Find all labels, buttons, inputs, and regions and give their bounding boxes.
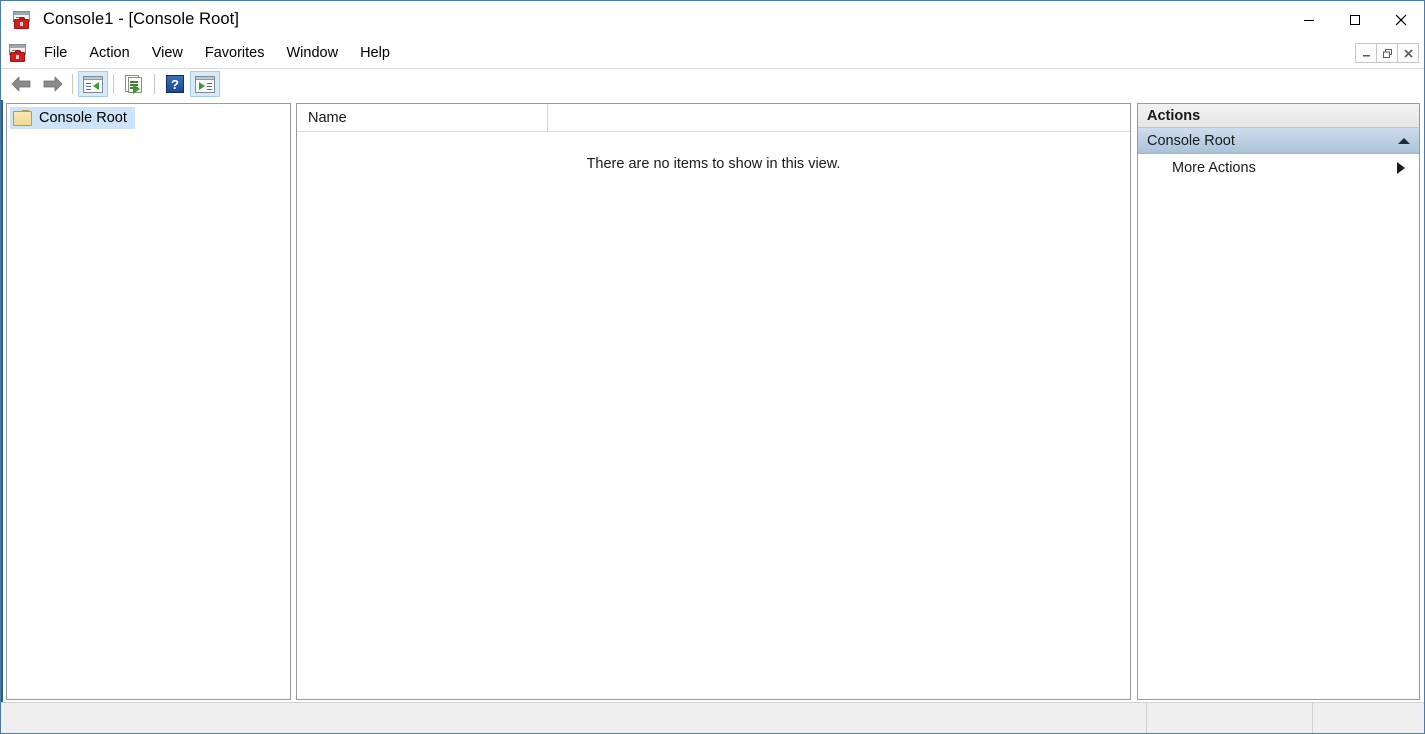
mmc-console-icon [8,43,28,63]
actions-pane: Actions Console Root More Actions [1137,103,1420,700]
status-segment-3 [1313,703,1424,733]
help-button[interactable]: ? [160,71,190,97]
console-tree-pane: Console Root [6,103,291,700]
help-question-icon: ? [166,75,184,93]
toolbar-separator [72,74,73,94]
menu-bar: File Action View Favorites Window Help [1,38,1424,69]
mmc-window: Console1 - [Console Root] [0,0,1425,734]
mdi-left-edge [1,100,5,704]
mdi-restore-button[interactable] [1376,43,1398,63]
status-segment-1 [1,703,1147,733]
column-header-row: Name [297,104,1130,132]
menu-item-window[interactable]: Window [276,40,350,67]
minimize-icon [1303,14,1315,26]
toolbar-separator [113,74,114,94]
toolbar-separator [154,74,155,94]
column-header-blank[interactable] [548,104,559,132]
back-button[interactable] [7,71,37,97]
window-title: Console1 - [Console Root] [43,10,239,29]
maximize-icon [1349,14,1361,26]
actions-pane-header: Actions [1138,104,1419,128]
empty-view-message: There are no items to show in this view. [297,156,1130,172]
minimize-button[interactable] [1286,1,1332,38]
back-arrow-icon [11,75,33,93]
export-list-button[interactable] [119,71,149,97]
column-header-name[interactable]: Name [297,104,548,132]
window-controls [1286,1,1424,38]
mmc-console-icon [12,10,32,30]
chevron-up-icon[interactable] [1398,138,1410,144]
status-segment-2 [1147,703,1313,733]
actions-group-console-root[interactable]: Console Root [1138,128,1419,154]
export-list-icon [125,75,143,93]
show-action-pane-button[interactable] [190,71,220,97]
action-item-label: More Actions [1172,160,1397,176]
menu-item-action[interactable]: Action [78,40,140,67]
tree-node-label: Console Root [39,110,127,126]
forward-button[interactable] [37,71,67,97]
work-area: Console Root Name There are no items to … [1,100,1424,704]
mdi-minimize-button[interactable] [1355,43,1377,63]
console-tree-icon [83,76,103,93]
show-console-tree-button[interactable] [78,71,108,97]
status-bar [1,702,1424,733]
menu-item-favorites[interactable]: Favorites [194,40,276,67]
actions-group-label: Console Root [1147,133,1398,149]
toolbar: ? [1,69,1424,100]
mdi-child-controls [1356,43,1419,63]
title-bar: Console1 - [Console Root] [1,1,1424,38]
menu-item-help[interactable]: Help [349,40,401,67]
close-icon [1395,14,1407,26]
folder-icon [13,110,32,126]
result-pane: Name There are no items to show in this … [296,103,1131,700]
action-pane-icon [195,76,215,93]
mdi-restore-icon [1382,48,1393,59]
mdi-close-icon [1403,48,1414,59]
action-item-more-actions[interactable]: More Actions [1138,154,1419,182]
close-button[interactable] [1378,1,1424,38]
triangle-right-icon [1397,162,1405,174]
mdi-minimize-icon [1361,48,1372,59]
forward-arrow-icon [41,75,63,93]
menu-item-view[interactable]: View [141,40,194,67]
maximize-button[interactable] [1332,1,1378,38]
mdi-close-button[interactable] [1397,43,1419,63]
menu-item-file[interactable]: File [33,40,78,67]
tree-node-console-root[interactable]: Console Root [7,107,290,129]
